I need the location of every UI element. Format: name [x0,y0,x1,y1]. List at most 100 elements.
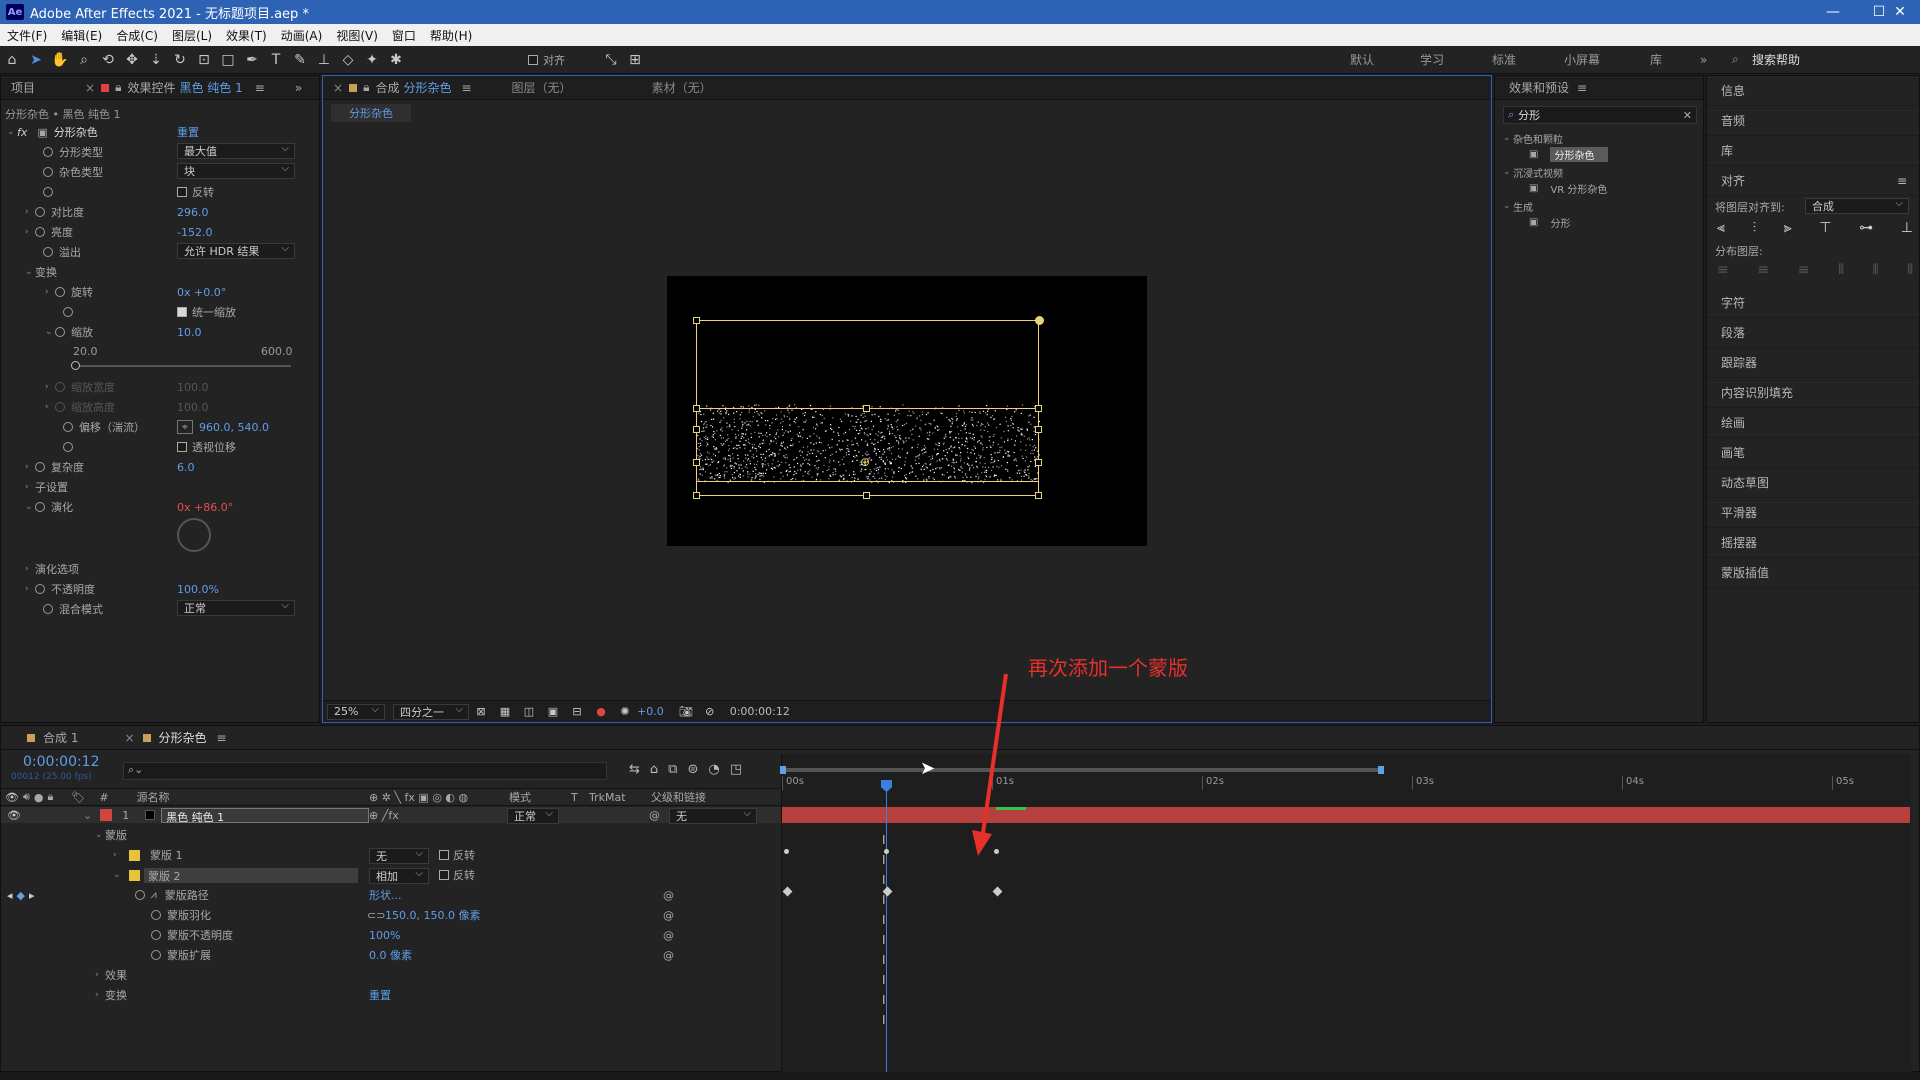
frame-blending-icon[interactable]: ⊜ [687,762,698,777]
draft-3d-icon[interactable]: ⌂ [650,762,658,777]
layer-handle[interactable] [1035,426,1042,433]
tab-layer[interactable]: 图层（无） [512,79,572,96]
mask-2-name[interactable]: 蒙版 2 [144,867,358,883]
video-switch-icon[interactable]: 👁︎ [5,791,19,804]
lock-switch-icon[interactable]: 🔒︎ [48,790,54,804]
blend-mode-select[interactable]: 正常 [177,600,295,616]
selection-tool-icon[interactable]: ➤ [24,49,48,71]
guides-icon[interactable]: ⊟ [565,701,589,723]
stopwatch-icon[interactable] [43,604,53,614]
exposure-icon[interactable]: ✺ [613,701,637,723]
expand-icon[interactable]: › [95,970,105,980]
link-icon[interactable]: ⊂⊃ [367,909,385,922]
comp-menu-icon[interactable]: ≡ [461,81,471,95]
timeline-tab-fractal[interactable]: 分形杂色 [159,729,207,746]
clone-tool-icon[interactable]: ⊥ [312,49,336,71]
pickwhip-icon[interactable]: @ [649,809,660,822]
mask-vertex[interactable] [693,405,700,412]
transparency-grid-icon[interactable]: ▦ [493,701,517,723]
home-icon[interactable]: ⌂ [0,49,24,71]
panel-menu-icon[interactable]: ≡ [217,731,227,745]
offset-value[interactable]: 960.0, 540.0 [199,421,269,434]
motion-blur-icon[interactable]: ◔ [708,762,719,777]
panel-menu-icon[interactable]: ≡ [1577,81,1587,95]
menu-item[interactable]: 图层(L) [165,27,219,44]
expand-icon[interactable]: › [95,990,105,1000]
mask-vertex[interactable] [693,317,700,324]
graph-editor-icon[interactable]: ◳ [730,762,742,777]
effect-item-vr-fractal-noise[interactable]: VR 分形杂色 [1550,181,1607,196]
complexity-value[interactable]: 6.0 [177,458,195,476]
stopwatch-icon[interactable] [43,167,53,177]
stopwatch-icon[interactable] [151,910,161,920]
grid-snap-icon[interactable]: ⊞ [623,49,647,71]
group-generate[interactable]: 生成 [1513,199,1533,214]
lock-icon[interactable]: 🔒︎ [115,80,121,95]
stopwatch-icon[interactable] [35,462,45,472]
panel-library[interactable]: 库 [1707,136,1919,166]
fast-preview-icon[interactable]: ⊠ [469,701,493,723]
mask-feather-row[interactable]: 蒙版羽化 ⊂⊃ 150.0, 150.0 像素 @ [1,907,781,923]
align-hcenter-icon[interactable]: ⫶ [1753,220,1757,236]
effects-presets-title[interactable]: 效果和预设 [1509,79,1569,96]
exposure-value[interactable]: +0.0 [637,705,664,718]
column-trkmat[interactable]: TrkMat [589,791,626,804]
pickwhip-icon[interactable]: @ [663,909,674,922]
layer-handle[interactable] [1035,459,1042,466]
stopwatch-icon[interactable] [55,287,65,297]
menu-item[interactable]: 动画(A) [274,27,330,44]
menu-item[interactable]: 视图(V) [329,27,385,44]
anchor-tool-icon[interactable]: ⊡ [192,49,216,71]
hand-tool-icon[interactable]: ✋ [48,49,72,71]
panel-audio[interactable]: 音频 [1707,106,1919,136]
keyframe-marker[interactable] [784,849,789,854]
label-icon[interactable]: 🏷︎ [71,791,85,804]
panel-info[interactable]: 信息 [1707,76,1919,106]
snap-icon[interactable]: ⤡ [599,49,623,71]
mask-1-invert-checkbox[interactable] [439,850,449,860]
keyframe[interactable] [992,886,1003,897]
distribute-vcenter-icon[interactable]: ≡ [1757,262,1769,278]
fractal-type-select[interactable]: 最大值 [177,143,295,159]
comp-canvas[interactable]: ⊕ [667,276,1147,546]
workspace-standard[interactable]: 标准 [1492,51,1516,68]
resolution-select[interactable]: 四分之一 [393,703,469,720]
right-panel-item[interactable]: 绘画 [1707,408,1919,438]
menu-item[interactable]: 帮助(H) [423,27,479,44]
expand-icon[interactable]: › [113,850,123,860]
roto-tool-icon[interactable]: ✦ [360,49,384,71]
expand-icon[interactable]: › [25,584,35,594]
mask-2-outline[interactable] [696,408,1039,496]
mask-vertex[interactable] [1035,316,1044,325]
transform-reset-link[interactable]: 重置 [369,987,391,1003]
evolution-dial[interactable] [177,518,211,552]
effect-item-fractal-noise[interactable]: 分形杂色 [1550,146,1609,162]
tab-effect-controls[interactable]: 效果控件 [127,79,175,96]
snapshot-icon[interactable]: 📷︎ [674,701,698,723]
close-tab-icon[interactable]: × [124,731,134,745]
align-left-icon[interactable]: ⫷ [1717,220,1725,236]
expand-icon[interactable]: › [45,287,55,297]
text-tool-icon[interactable]: T [264,49,288,71]
mask-vertex[interactable] [1035,405,1042,412]
distribute-bottom-icon[interactable]: ≡ [1798,262,1810,278]
layer-switches-icon[interactable]: ⊕ ✲ ╲ fx ▣ ◎ ◐ ◍ [369,791,468,804]
evolution-value[interactable]: 0x +86.0° [177,498,233,516]
right-panel-item[interactable]: 动态草图 [1707,468,1919,498]
expand-icon[interactable]: › [25,482,35,492]
workspace-library[interactable]: 库 [1650,51,1662,68]
time-ruler[interactable]: 00s 01s 02s 03s 04s 05s [782,776,1912,790]
tab-comp[interactable]: 分形杂色 [403,79,451,96]
align-right-icon[interactable]: ⫸ [1784,220,1792,236]
close-tab-icon[interactable]: × [85,81,95,95]
group-immersive-video[interactable]: 沉浸式视频 [1513,165,1563,180]
stopwatch-icon[interactable] [63,422,73,432]
expand-panel-icon[interactable]: » [295,81,302,95]
eraser-tool-icon[interactable]: ◇ [336,49,360,71]
right-panel-item[interactable]: 平滑器 [1707,498,1919,528]
search-help-icon[interactable]: ⌕ [1732,52,1739,67]
menu-item[interactable]: 合成(C) [109,27,165,44]
noise-type-select[interactable]: 块 [177,163,295,179]
layer-handle[interactable] [1035,492,1042,499]
stopwatch-icon[interactable] [35,227,45,237]
